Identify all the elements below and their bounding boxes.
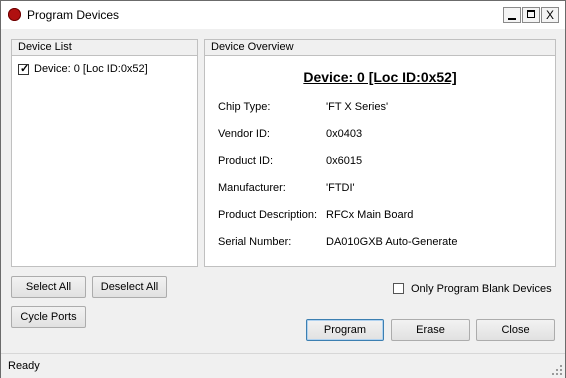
device-list[interactable]: ✓ Device: 0 [Loc ID:0x52] [12,56,197,266]
maximize-button[interactable] [522,7,540,23]
minimize-button[interactable] [503,7,521,23]
device-overview-panel: Device Overview Device: 0 [Loc ID:0x52] … [204,39,556,267]
vendor-id-label: Vendor ID: [218,128,270,140]
erase-button[interactable]: Erase [391,319,470,341]
cycle-ports-button[interactable]: Cycle Ports [11,306,86,328]
device-list-header: Device List [12,40,197,56]
maximize-icon [527,10,535,18]
product-description-label: Product Description: [218,209,318,221]
select-all-button[interactable]: Select All [11,276,86,298]
overview-device-title: Device: 0 [Loc ID:0x52] [303,69,457,85]
device-overview-header: Device Overview [205,40,555,56]
minimize-icon [508,18,516,20]
close-window-button[interactable]: X [541,7,559,23]
status-text: Ready [8,360,40,372]
product-id-value: 0x6015 [326,155,363,167]
chip-type-value: 'FT X Series' [326,101,389,113]
device-item-label: Device: 0 [Loc ID:0x52] [34,63,148,75]
title-bar[interactable]: Program Devices X [1,1,565,29]
app-icon [8,8,21,21]
program-button[interactable]: Program [306,319,384,341]
product-id-label: Product ID: [218,155,274,167]
checkmark-icon: ✓ [20,63,30,75]
device-overview-body: Device: 0 [Loc ID:0x52] Chip Type: 'FT X… [205,56,555,266]
status-bar: Ready [1,353,565,378]
device-list-panel: Device List ✓ Device: 0 [Loc ID:0x52] [11,39,198,267]
product-description-value: RFCx Main Board [326,209,414,221]
only-blank-checkbox[interactable] [393,283,404,294]
deselect-all-button[interactable]: Deselect All [92,276,167,298]
manufacturer-value: 'FTDI' [326,182,355,194]
program-devices-window: Program Devices X Device List ✓ Device: … [0,0,566,378]
window-title: Program Devices [27,8,120,22]
chip-type-label: Chip Type: [218,101,271,113]
close-icon: X [545,8,554,22]
only-blank-label[interactable]: Only Program Blank Devices [411,283,552,295]
resize-grip-icon[interactable] [552,365,562,375]
vendor-id-value: 0x0403 [326,128,363,140]
manufacturer-label: Manufacturer: [218,182,286,194]
close-button[interactable]: Close [476,319,555,341]
serial-number-value: DA010GXB Auto-Generate [326,236,458,248]
device-checkbox[interactable]: ✓ [18,63,30,75]
serial-number-label: Serial Number: [218,236,292,248]
